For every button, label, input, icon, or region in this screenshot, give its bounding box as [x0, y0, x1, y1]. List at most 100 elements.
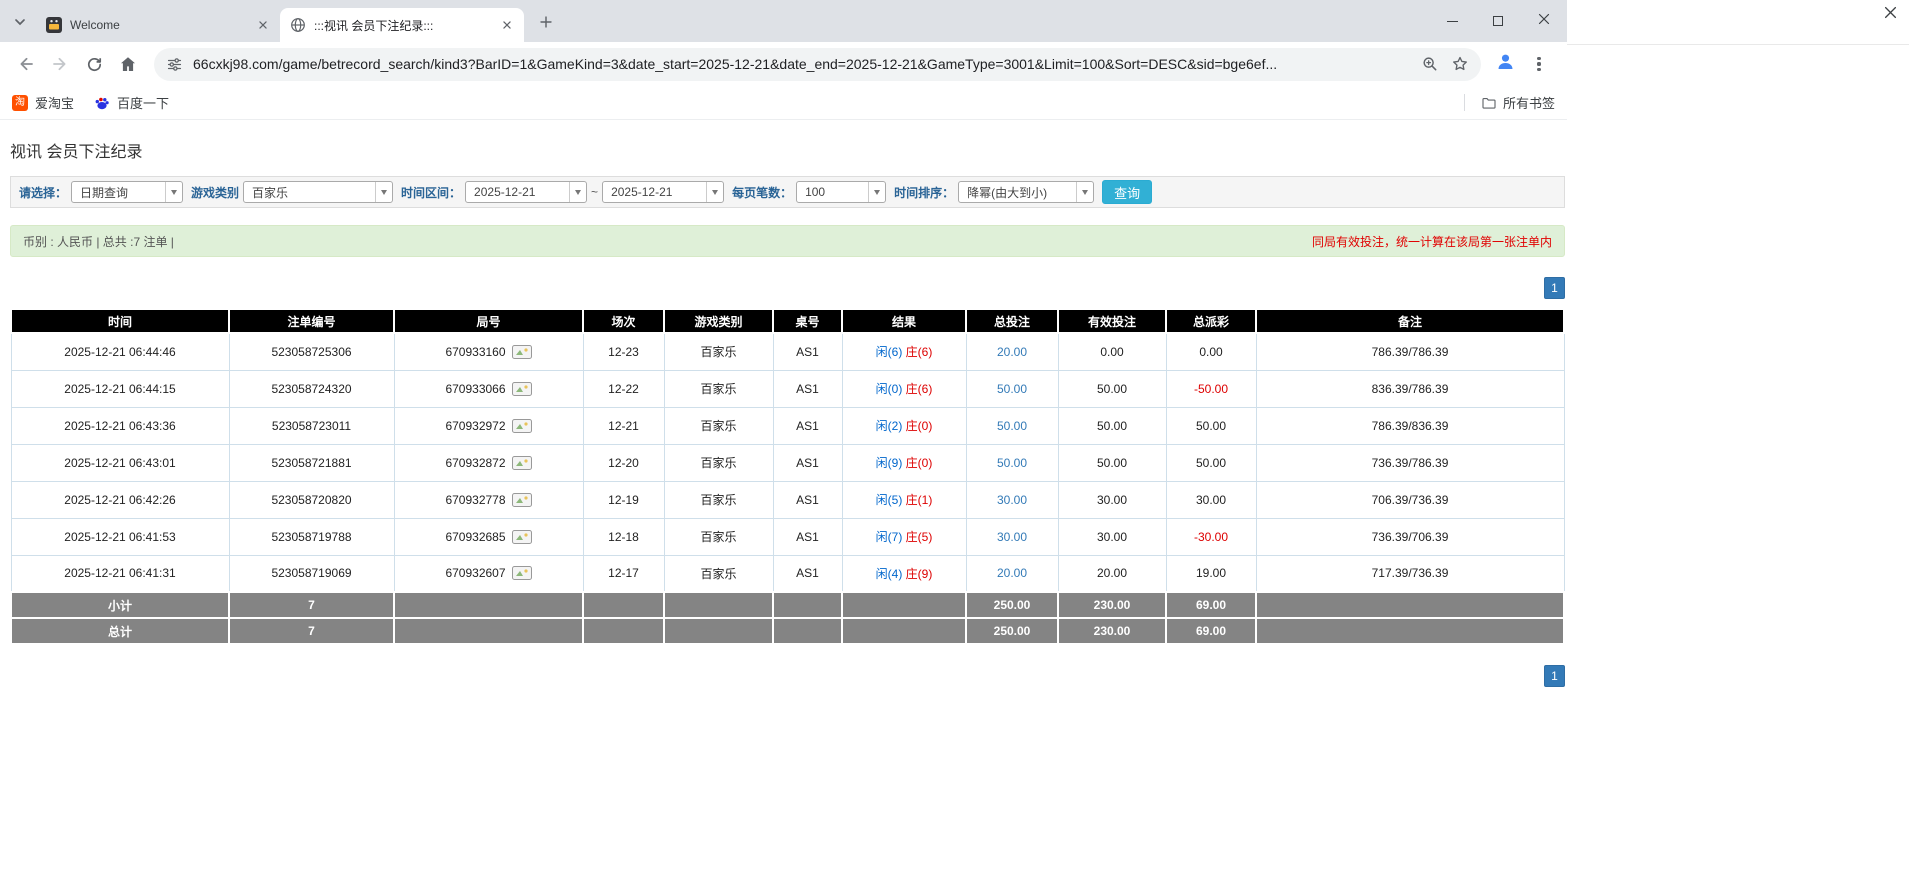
site-settings-icon[interactable] [166, 56, 183, 73]
window-minimize-button[interactable] [1429, 0, 1475, 42]
cell-bet-id: 523058719069 [229, 555, 394, 592]
subtotal-valid-bet: 230.00 [1058, 592, 1166, 618]
forward-button[interactable] [44, 48, 76, 80]
sort-value: 降幂(由大到小) [959, 184, 1076, 201]
welcome-favicon-icon [46, 17, 62, 33]
cell-time: 2025-12-21 06:44:15 [11, 370, 229, 407]
game-type-select[interactable]: 百家乐 [243, 181, 393, 203]
tab-close-icon[interactable] [254, 16, 272, 34]
profile-button[interactable] [1489, 48, 1521, 80]
cell-total-bet[interactable]: 50.00 [966, 444, 1058, 481]
replay-icon[interactable] [512, 566, 532, 580]
cell-time: 2025-12-21 06:43:36 [11, 407, 229, 444]
table-header-row: 时间 注单编号 局号 场次 游戏类别 桌号 结果 总投注 有效投注 总派彩 备注 [11, 309, 1564, 333]
page-size-select[interactable]: 100 [796, 181, 886, 203]
page-1-button[interactable]: 1 [1544, 277, 1565, 299]
total-label: 总计 [11, 618, 229, 644]
chevron-down-icon [1076, 182, 1093, 202]
date-end-value: 2025-12-21 [603, 185, 706, 199]
cell-bet-id: 523058720820 [229, 481, 394, 518]
cell-time: 2025-12-21 06:41:31 [11, 555, 229, 592]
cell-session: 12-23 [583, 333, 664, 370]
result-player: 闲(6) [876, 345, 903, 359]
subtotal-row: 小计 7 250.00 230.00 69.00 [11, 592, 1564, 618]
replay-icon[interactable] [512, 419, 532, 433]
subtotal-total-bet: 250.00 [966, 592, 1058, 618]
cell-round-id: 670933160 [394, 333, 583, 370]
table-row: 2025-12-21 06:43:36 523058723011 6709329… [11, 407, 1564, 444]
tab-close-icon[interactable] [498, 16, 516, 34]
total-count: 7 [229, 618, 394, 644]
pagination-bottom: 1 [10, 665, 1565, 687]
home-button[interactable] [112, 48, 144, 80]
window-maximize-button[interactable] [1475, 0, 1521, 42]
query-type-select[interactable]: 日期查询 [71, 181, 183, 203]
page-size-value: 100 [797, 185, 868, 199]
replay-icon[interactable] [512, 530, 532, 544]
round-id-text: 670932972 [445, 419, 505, 433]
minimize-icon [1447, 21, 1458, 22]
result-banker: 庄(6) [906, 382, 933, 396]
refresh-button[interactable] [78, 48, 110, 80]
summary-bar: 币别 : 人民币 | 总共 :7 注单 | 同局有效投注，统一计算在该局第一张注… [10, 225, 1565, 257]
new-tab-button[interactable] [532, 10, 560, 38]
cell-result: 闲(6) 庄(6) [842, 333, 966, 370]
cell-table-no: AS1 [773, 370, 842, 407]
cell-game-type: 百家乐 [664, 370, 773, 407]
cell-bet-id: 523058721881 [229, 444, 394, 481]
tab-search-button[interactable] [6, 10, 34, 38]
cell-payout: 19.00 [1166, 555, 1256, 592]
plus-icon [537, 13, 555, 36]
page-1-button[interactable]: 1 [1544, 665, 1565, 687]
search-button[interactable]: 查询 [1102, 180, 1152, 204]
cell-total-bet[interactable]: 20.00 [966, 555, 1058, 592]
browser-menu-button[interactable] [1523, 48, 1555, 80]
bookmark-star-icon[interactable] [1451, 55, 1469, 73]
zoom-icon[interactable] [1421, 55, 1439, 73]
all-bookmarks-button[interactable]: 所有书签 [1481, 93, 1555, 112]
replay-icon[interactable] [512, 493, 532, 507]
replay-icon[interactable] [512, 345, 532, 359]
total-total-bet: 250.00 [966, 618, 1058, 644]
subtotal-label: 小计 [11, 592, 229, 618]
table-row: 2025-12-21 06:41:31 523058719069 6709326… [11, 555, 1564, 592]
browser-window: Welcome :::视讯 会员下注纪录::: [0, 0, 1567, 696]
cell-note: 786.39/836.39 [1256, 407, 1564, 444]
query-type-value: 日期查询 [72, 184, 165, 201]
result-banker: 庄(0) [906, 456, 933, 470]
window-close-button[interactable] [1521, 0, 1567, 42]
header-total-bet: 总投注 [966, 309, 1058, 333]
cell-result: 闲(4) 庄(9) [842, 555, 966, 592]
cell-round-id: 670932972 [394, 407, 583, 444]
table-row: 2025-12-21 06:44:15 523058724320 6709330… [11, 370, 1564, 407]
cell-total-bet[interactable]: 30.00 [966, 481, 1058, 518]
replay-icon[interactable] [512, 382, 532, 396]
cell-game-type: 百家乐 [664, 444, 773, 481]
cell-round-id: 670932778 [394, 481, 583, 518]
address-bar[interactable]: 66cxkj98.com/game/betrecord_search/kind3… [154, 48, 1481, 81]
cell-total-bet[interactable]: 50.00 [966, 370, 1058, 407]
sort-select[interactable]: 降幂(由大到小) [958, 181, 1094, 203]
table-row: 2025-12-21 06:44:46 523058725306 6709331… [11, 333, 1564, 370]
replay-icon[interactable] [512, 456, 532, 470]
cell-session: 12-18 [583, 518, 664, 555]
tab-welcome[interactable]: Welcome [36, 8, 280, 42]
header-payout: 总派彩 [1166, 309, 1256, 333]
round-id-text: 670932607 [445, 566, 505, 580]
bookmark-baidu[interactable]: 百度一下 [94, 93, 169, 112]
cell-bet-id: 523058724320 [229, 370, 394, 407]
cell-result: 闲(9) 庄(0) [842, 444, 966, 481]
background-window-close-icon[interactable] [1884, 6, 1897, 24]
bookmark-taobao[interactable]: 淘 爱淘宝 [12, 93, 74, 112]
date-range-label: 时间区间： [401, 184, 461, 201]
cell-payout: 0.00 [1166, 333, 1256, 370]
date-end-select[interactable]: 2025-12-21 [602, 181, 724, 203]
header-round-id: 局号 [394, 309, 583, 333]
cell-total-bet[interactable]: 50.00 [966, 407, 1058, 444]
tab-bet-records[interactable]: :::视讯 会员下注纪录::: [280, 8, 524, 42]
back-button[interactable] [10, 48, 42, 80]
date-start-select[interactable]: 2025-12-21 [465, 181, 587, 203]
header-table-no: 桌号 [773, 309, 842, 333]
cell-total-bet[interactable]: 30.00 [966, 518, 1058, 555]
cell-total-bet[interactable]: 20.00 [966, 333, 1058, 370]
